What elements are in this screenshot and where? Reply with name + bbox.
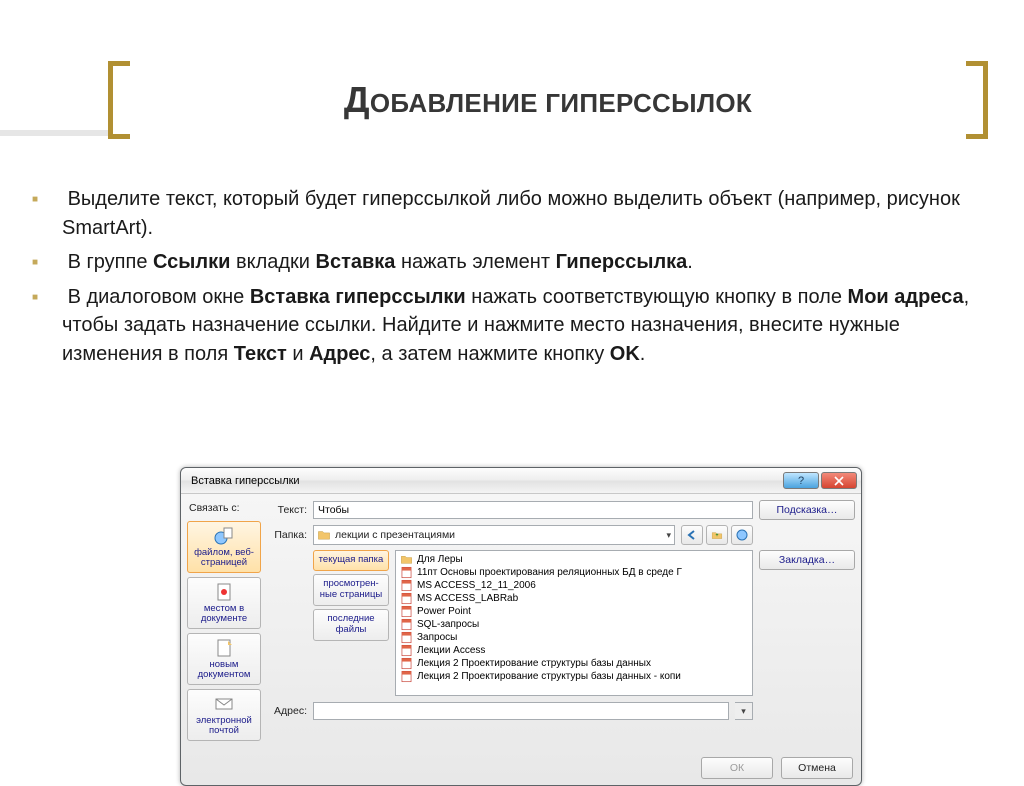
slide-title: Добавление гиперссылок [130, 79, 966, 121]
list-item[interactable]: SQL-запросы [396, 618, 752, 631]
help-button[interactable]: ? [783, 472, 819, 489]
bullet-list: Выделите текст, который будет гиперссылк… [32, 185, 1004, 375]
bullet-item: В группе Ссылки вкладки Вставка нажать э… [32, 248, 1004, 277]
close-icon [834, 476, 844, 486]
bullet-item: Выделите текст, который будет гиперссылк… [32, 185, 1004, 242]
dialog-title: Вставка гиперссылки [191, 475, 781, 487]
rail-item-label: файлом, веб-страницей [190, 548, 258, 569]
tab-recent-files[interactable]: последние файлы [313, 609, 389, 641]
bullet-text: Выделите текст, который будет гиперссылк… [62, 188, 960, 239]
list-item[interactable]: Лекция 2 Проектирование структуры базы д… [396, 670, 752, 683]
bracket-left-icon [108, 61, 130, 139]
insert-hyperlink-dialog: Вставка гиперссылки ? Связать с: файлом,… [180, 467, 862, 786]
file-name: Power Point [417, 606, 471, 617]
rail-item-label: электронной почтой [190, 716, 258, 737]
display-text-input[interactable] [313, 501, 753, 519]
file-name: Лекция 2 Проектирование структуры базы д… [417, 671, 681, 682]
list-item[interactable]: 11пт Основы проектирования реляционных Б… [396, 566, 752, 579]
folder-nav-icons [681, 525, 753, 545]
link-to-new-doc[interactable]: новым документом [187, 633, 261, 685]
address-label: Адрес: [267, 705, 307, 717]
folder-icon [317, 528, 331, 542]
chevron-down-icon: ▾ [666, 530, 671, 541]
file-name: MS ACCESS_LABRab [417, 593, 518, 604]
tab-browsed-pages[interactable]: просмотрен-ные страницы [313, 574, 389, 606]
help-icon: ? [798, 475, 804, 487]
bracket-right-icon [966, 61, 988, 139]
browse-web-button[interactable] [731, 525, 753, 545]
file-name: Лекции Access [417, 645, 485, 656]
bullet-item: В диалоговом окне Вставка гиперссылки на… [32, 283, 1004, 369]
file-name: SQL-запросы [417, 619, 479, 630]
mail-icon [214, 694, 234, 714]
folder-name: лекции с презентациями [335, 529, 455, 541]
file-name: Запросы [417, 632, 457, 643]
close-button[interactable] [821, 472, 857, 489]
globe-file-icon [214, 526, 234, 546]
screentip-button[interactable]: Подсказка… [759, 500, 855, 520]
folder-combo[interactable]: лекции с презентациями ▾ [313, 525, 675, 545]
link-to-file-web[interactable]: файлом, веб-страницей [187, 521, 261, 573]
file-name: MS ACCESS_12_11_2006 [417, 580, 536, 591]
file-name: 11пт Основы проектирования реляционных Б… [417, 567, 682, 578]
link-to-email[interactable]: электронной почтой [187, 689, 261, 741]
rail-item-label: местом в документе [190, 604, 258, 625]
chevron-down-icon: ▾ [741, 706, 746, 717]
file-list[interactable]: Для Леры 11пт Основы проектирования реляц… [395, 550, 753, 696]
up-button[interactable] [706, 525, 728, 545]
list-item[interactable]: Для Леры [396, 553, 752, 566]
back-button[interactable] [681, 525, 703, 545]
doc-target-icon [214, 582, 234, 602]
new-doc-icon [214, 638, 234, 658]
rail-label: Связать с: [187, 502, 261, 517]
link-to-place[interactable]: местом в документе [187, 577, 261, 629]
list-item[interactable]: MS ACCESS_LABRab [396, 592, 752, 605]
browse-view-tabs: текущая папка просмотрен-ные страницы по… [313, 550, 389, 696]
address-input[interactable] [313, 702, 729, 720]
browse-web-icon [736, 529, 748, 541]
list-item[interactable]: Запросы [396, 631, 752, 644]
back-arrow-icon [686, 529, 698, 541]
dialog-main: Текст: Подсказка… Папка: лекции с презен… [267, 500, 855, 741]
file-name: Для Леры [417, 554, 463, 565]
tab-current-folder[interactable]: текущая папка [313, 550, 389, 571]
list-item[interactable]: Power Point [396, 605, 752, 618]
list-item[interactable]: Лекции Access [396, 644, 752, 657]
rail-item-label: новым документом [190, 660, 258, 681]
folder-label: Папка: [267, 529, 307, 541]
up-folder-icon [711, 529, 723, 541]
address-dropdown[interactable]: ▾ [735, 702, 753, 720]
title-stripe [0, 130, 108, 136]
list-item[interactable]: MS ACCESS_12_11_2006 [396, 579, 752, 592]
list-item[interactable]: Лекция 2 Проектирование структуры базы д… [396, 657, 752, 670]
dialog-titlebar: Вставка гиперссылки ? [181, 468, 861, 494]
file-name: Лекция 2 Проектирование структуры базы д… [417, 658, 651, 669]
link-type-rail: Связать с: файлом, веб-страницей местом … [187, 500, 261, 741]
text-label: Текст: [267, 504, 307, 516]
slide-title-block: Добавление гиперссылок [108, 50, 988, 150]
bookmark-button[interactable]: Закладка… [759, 550, 855, 570]
